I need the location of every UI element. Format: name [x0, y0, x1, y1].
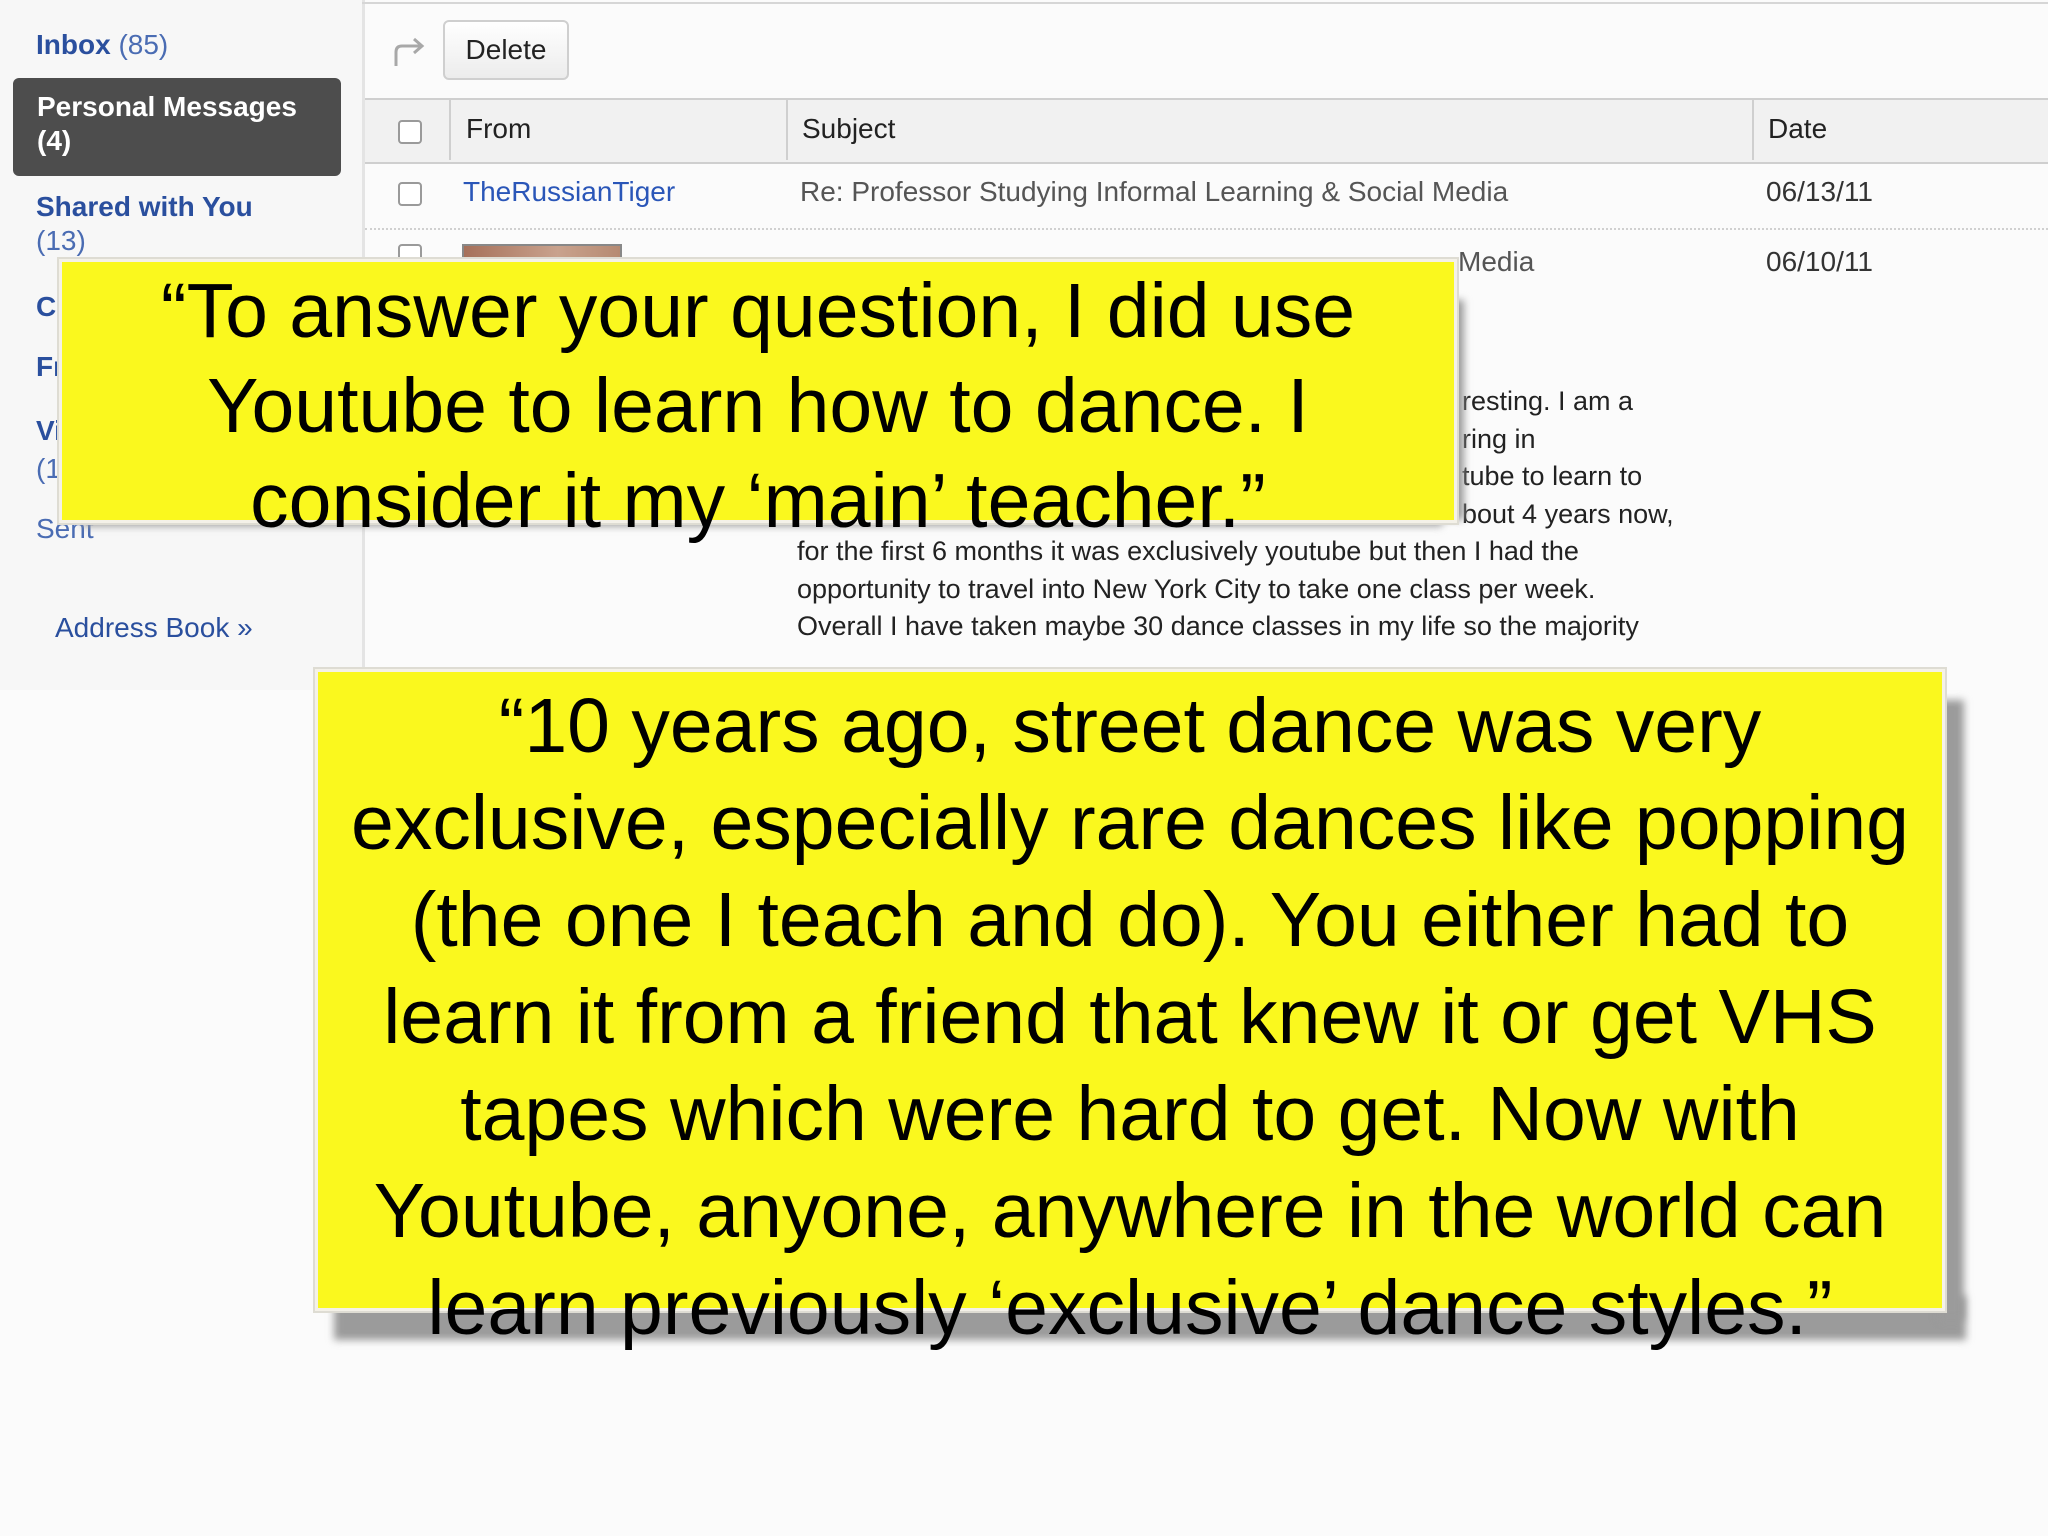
message-line: tube to learn to [1462, 461, 1643, 491]
column-divider [786, 100, 788, 160]
sidebar-item-personal-messages[interactable]: Personal Messages (4) [13, 78, 341, 176]
row-subject[interactable]: Media [1458, 246, 1534, 278]
quote-line: tapes which were hard to get. Now with [460, 1071, 1800, 1157]
quote-line: learn previously ‘exclusive’ dance style… [427, 1265, 1833, 1351]
sidebar-item-partial-count: (1 [36, 452, 61, 486]
header-date[interactable]: Date [1768, 113, 1827, 145]
quote-line: consider it my ‘main’ teacher.” [250, 458, 1266, 544]
header-from[interactable]: From [466, 113, 531, 145]
row-date: 06/10/11 [1766, 246, 1873, 277]
quote-line: Youtube to learn how to dance. I [207, 363, 1309, 449]
quote-line: (the one I teach and do). You either had… [410, 877, 1850, 963]
quote-line: “To answer your question, I did use [160, 268, 1356, 354]
quote-line: “10 years ago, street dance was very [498, 683, 1762, 769]
message-line: Overall I have taken maybe 30 dance clas… [797, 611, 1639, 641]
top-border [362, 2, 2048, 4]
personal-messages-count: (4) [37, 125, 72, 156]
column-divider [1752, 100, 1754, 160]
shared-count: (13) [36, 225, 86, 256]
inbox-label: Inbox [36, 29, 111, 60]
sidebar-item-partial-fr[interactable]: Fr [36, 350, 64, 384]
row-subject[interactable]: Re: Professor Studying Informal Learning… [800, 176, 1508, 208]
message-line: ring in [1462, 424, 1536, 454]
inbox-count: (85) [118, 29, 169, 60]
row-date: 06/13/11 [1766, 176, 1873, 207]
reply-arrow-icon[interactable] [392, 36, 428, 68]
message-line: bout 4 years now, [1462, 499, 1674, 529]
message-line: resting. I am a [1462, 386, 1634, 416]
message-line: opportunity to travel into New York City… [797, 574, 1596, 604]
sidebar-item-inbox[interactable]: Inbox (85) [36, 28, 168, 62]
sidebar-item-shared-with-you[interactable]: Shared with You (13) [36, 190, 253, 258]
quote-line: learn it from a friend that knew it or g… [383, 974, 1877, 1060]
sidebar-item-partial-vi[interactable]: Vi [36, 414, 62, 448]
shared-label: Shared with You [36, 191, 253, 222]
row-checkbox[interactable] [398, 182, 422, 206]
row-from[interactable]: TheRussianTiger [463, 176, 675, 208]
header-subject[interactable]: Subject [802, 113, 895, 145]
quote-line: exclusive, especially rare dances like p… [351, 780, 1909, 866]
select-all-checkbox[interactable] [398, 120, 422, 144]
sidebar-item-count: (1 [36, 453, 61, 484]
personal-messages-label: Personal Messages [37, 91, 297, 122]
sidebar-item-label: Fr [36, 351, 64, 382]
delete-button[interactable]: Delete [443, 20, 569, 80]
quote-line: Youtube, anyone, anywhere in the world c… [373, 1168, 1887, 1254]
sidebar-item-label: Vi [36, 415, 62, 446]
quote-callout-2: “10 years ago, street dance was very exc… [318, 672, 1942, 1351]
quote-callout-1: “To answer your question, I did use Yout… [62, 262, 1454, 544]
column-divider [449, 100, 451, 160]
address-book-link[interactable]: Address Book » [55, 612, 253, 644]
